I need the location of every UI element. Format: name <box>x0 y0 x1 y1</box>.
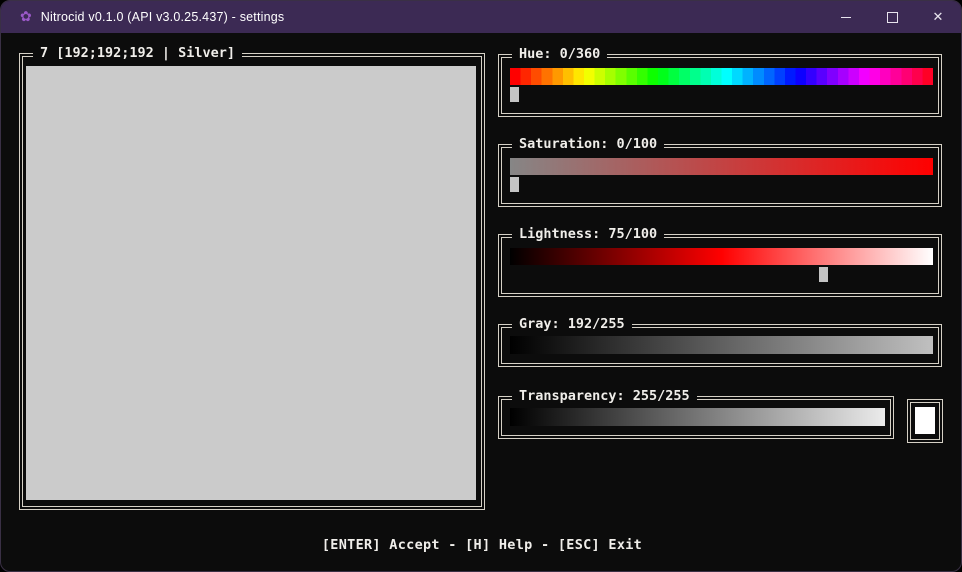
saturation-handle-track <box>510 177 933 193</box>
saturation-slider-label: Saturation: 0/100 <box>512 136 664 153</box>
window-title: Nitrocid v0.1.0 (API v3.0.25.437) - sett… <box>41 10 285 24</box>
titlebar: ✿ Nitrocid v0.1.0 (API v3.0.25.437) - se… <box>1 1 961 33</box>
saturation-gradient-bar[interactable] <box>510 158 933 175</box>
gray-slider-panel: Gray: 192/255 <box>498 324 942 367</box>
color-preview-panel: 7 [192;192;192 | Silver] <box>19 53 485 510</box>
statusbar: [ENTER] Accept - [H] Help - [ESC] Exit <box>1 537 962 553</box>
close-icon: ✕ <box>933 11 944 24</box>
hue-slider-handle[interactable] <box>510 87 519 102</box>
maximize-button[interactable] <box>869 1 915 33</box>
window: ✿ Nitrocid v0.1.0 (API v3.0.25.437) - se… <box>0 0 962 572</box>
gray-slider-label: Gray: 192/255 <box>512 316 632 333</box>
gray-gradient-bar[interactable] <box>510 336 933 354</box>
lightness-slider-handle[interactable] <box>819 267 828 282</box>
lightness-slider-panel: Lightness: 75/100 <box>498 234 942 297</box>
close-button[interactable]: ✕ <box>915 1 961 33</box>
content-area: 7 [192;192;192 | Silver] Hue: 0/360 Satu… <box>1 33 962 572</box>
lightness-gradient-bar[interactable] <box>510 248 933 265</box>
minimize-icon <box>841 17 851 18</box>
color-preview-title: 7 [192;192;192 | Silver] <box>33 45 242 62</box>
hue-slider-label: Hue: 0/360 <box>512 46 607 63</box>
transparency-slider-label: Transparency: 255/255 <box>512 388 697 405</box>
color-preview-swatch <box>26 66 476 500</box>
hue-gradient-bar[interactable] <box>510 68 933 85</box>
hue-slider-panel: Hue: 0/360 <box>498 54 942 117</box>
lightness-slider-label: Lightness: 75/100 <box>512 226 664 243</box>
transparency-gradient-bar[interactable] <box>510 408 885 426</box>
saturation-slider-panel: Saturation: 0/100 <box>498 144 942 207</box>
window-controls: ✕ <box>823 1 961 33</box>
alpha-preview-box <box>907 399 943 443</box>
maximize-icon <box>887 12 898 23</box>
minimize-button[interactable] <box>823 1 869 33</box>
alpha-preview-swatch <box>915 407 935 434</box>
saturation-slider-handle[interactable] <box>510 177 519 192</box>
app-icon: ✿ <box>20 10 32 24</box>
hue-handle-track <box>510 87 933 103</box>
lightness-handle-track <box>510 267 933 283</box>
transparency-slider-panel: Transparency: 255/255 <box>498 396 894 439</box>
